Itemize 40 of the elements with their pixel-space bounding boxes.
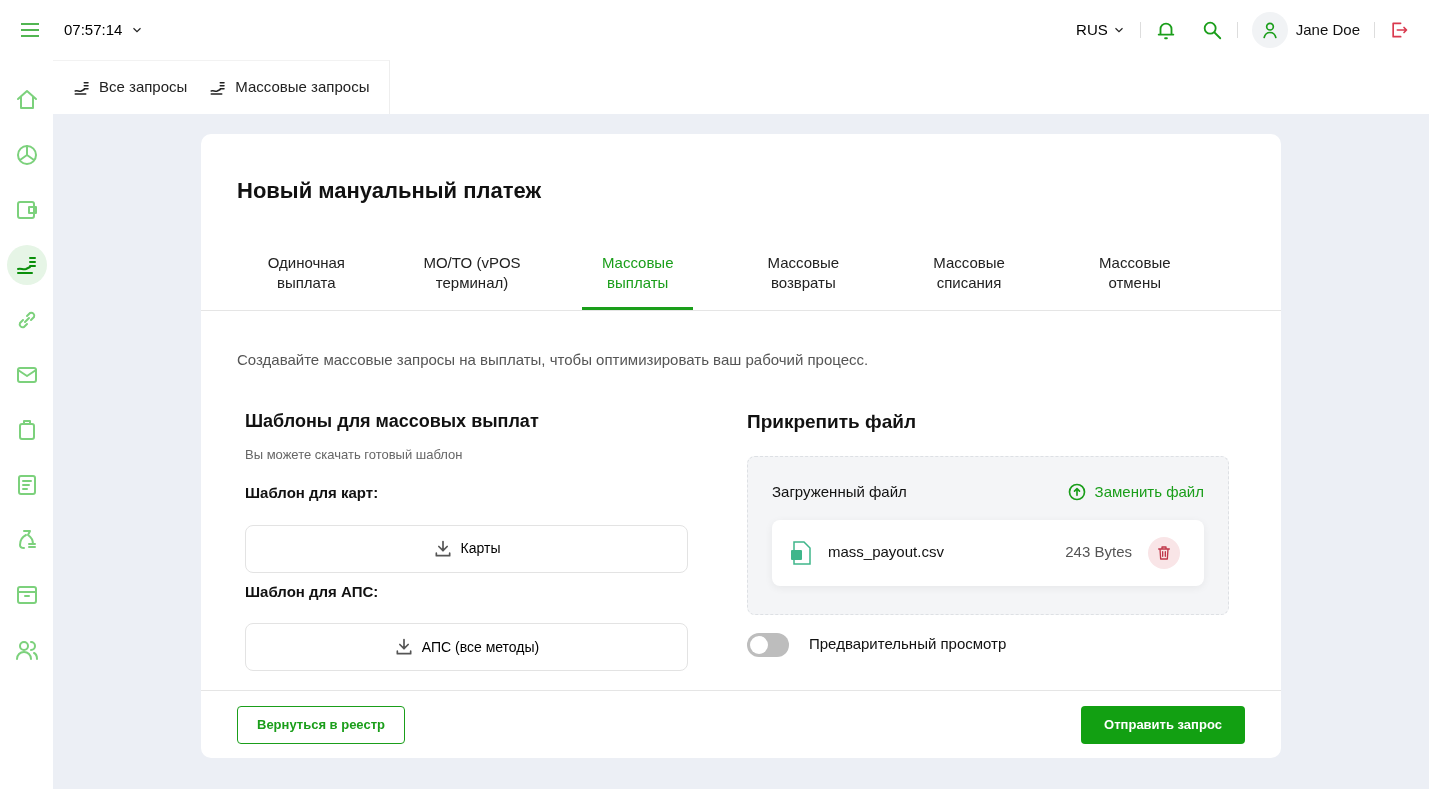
avatar[interactable] xyxy=(1251,12,1288,48)
tab[interactable]: MO/TO (vPOS терминал) xyxy=(416,247,528,310)
preview-toggle[interactable] xyxy=(747,632,789,657)
logout-icon[interactable] xyxy=(1389,20,1409,40)
tab[interactable]: Массовые возвраты xyxy=(748,247,859,310)
archive-icon xyxy=(14,583,39,607)
exit-drawing xyxy=(1389,20,1409,40)
uploaded-file-label: Загруженный файл xyxy=(772,482,907,502)
page-title: Новый мануальный платеж xyxy=(237,177,542,205)
section-title: Прикрепить файл xyxy=(747,409,917,434)
user-name[interactable]: Jane Doe xyxy=(1295,18,1360,42)
delete-button[interactable] xyxy=(1148,536,1180,569)
file-name: mass_payout.csv xyxy=(828,542,944,563)
home-icon xyxy=(14,88,39,112)
wallet-icon xyxy=(14,198,39,222)
subnav-link[interactable]: Массовые запросы xyxy=(209,76,370,99)
template-label: Шаблон для карт: xyxy=(245,483,380,503)
preview-label: Предварительный просмотр xyxy=(809,634,1007,655)
hint: Вы можете скачать готовый шаблон xyxy=(245,445,464,464)
template-label: Шаблон для АПС: xyxy=(245,581,380,602)
users-icon xyxy=(14,638,39,662)
time-dropdown[interactable]: 07:57:14 xyxy=(64,18,145,42)
subnav-link[interactable]: Все запросы xyxy=(73,76,188,99)
section-title: Шаблоны для массовых выплат xyxy=(245,409,540,433)
sidebar-item[interactable] xyxy=(6,245,47,285)
download-button[interactable]: АПС (все методы) xyxy=(245,623,688,671)
tab[interactable]: Массовые отмены xyxy=(1079,247,1191,310)
spreadsheet-file-icon xyxy=(790,540,812,565)
file-size: 243 Bytes xyxy=(1065,542,1132,563)
menu-icon[interactable] xyxy=(20,22,40,38)
pie-chart-icon xyxy=(14,143,39,167)
tab[interactable]: Массовые выплаты xyxy=(582,247,693,310)
language-dropdown[interactable]: RUS xyxy=(1076,18,1126,42)
upload-circle-icon xyxy=(1066,482,1087,503)
download-button[interactable]: Карты xyxy=(245,524,688,573)
back-button[interactable]: Вернуться в реестр xyxy=(237,705,405,744)
trash-icon xyxy=(1156,544,1172,561)
description: Создавайте массовые запросы на выплаты, чтобы оптимизировать ваш рабочий процесс. xyxy=(237,350,870,370)
tab[interactable]: Массовые списания xyxy=(913,247,1025,310)
tab[interactable]: Одиночная выплата xyxy=(251,247,362,310)
